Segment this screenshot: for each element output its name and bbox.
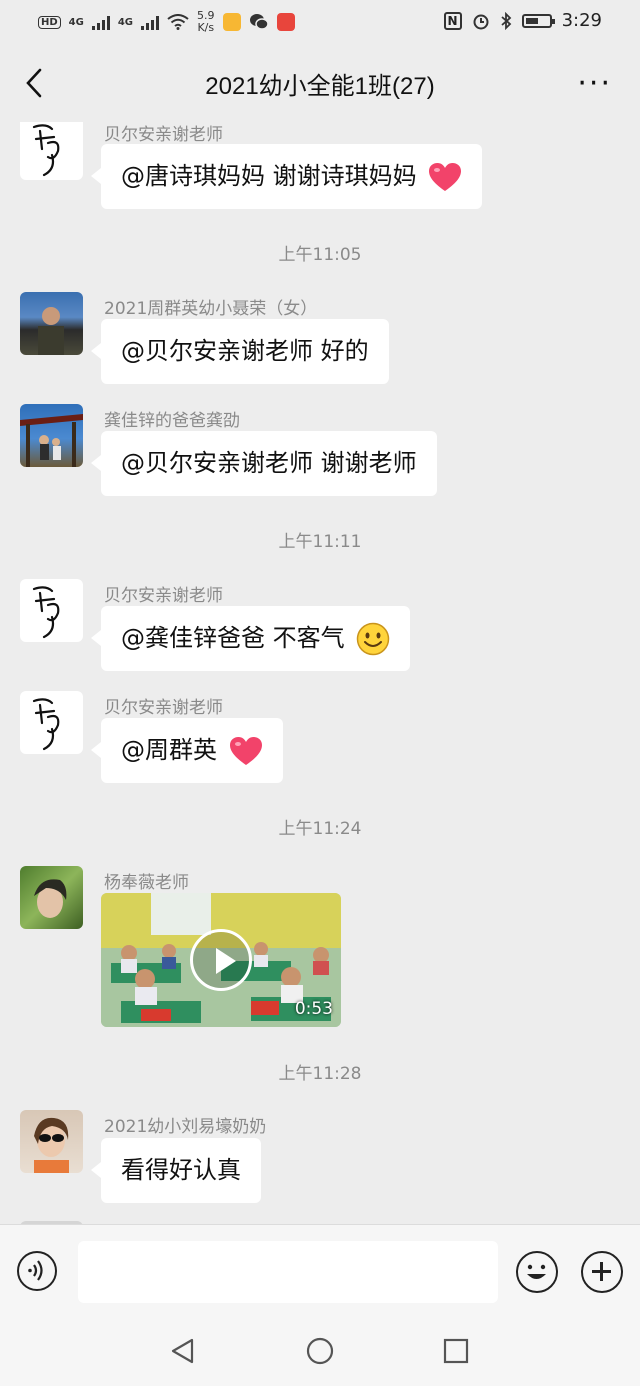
signal-icon-2 — [141, 14, 160, 30]
chat-header: 2021幼小全能1班(27) ··· — [0, 44, 640, 122]
wifi-icon — [167, 14, 189, 30]
message-bubble[interactable]: @唐诗琪妈妈 谢谢诗琪妈妈 — [90, 144, 483, 209]
system-nav-bar — [0, 1318, 640, 1386]
network-4g-label: 4G — [68, 16, 84, 28]
avatar-teacher-calligraphy[interactable] — [20, 579, 83, 642]
network-4g-label-2: 4G — [117, 16, 134, 28]
hd-indicator: HD — [38, 15, 61, 29]
message-text: 看得好认真 — [121, 1156, 241, 1184]
message-input[interactable] — [78, 1241, 498, 1303]
sender-name: 贝尔安亲谢老师 — [104, 125, 223, 145]
heart-icon — [429, 163, 462, 191]
message-bubble[interactable]: @龚佳锌爸爸 不客气 — [90, 606, 411, 671]
timestamp: 上午11:28 — [278, 1064, 362, 1084]
alarm-icon — [473, 14, 489, 29]
message-list[interactable]: 贝尔安亲谢老师 @唐诗琪妈妈 谢谢诗琪妈妈 上午11:05 2021周群英幼小聂… — [0, 122, 640, 1224]
message-text: @贝尔安亲谢老师 谢谢老师 — [121, 449, 417, 477]
message-bubble[interactable]: @周群英 — [91, 718, 283, 783]
sender-name: 2021周群英幼小聂荣（女） — [104, 299, 318, 319]
bluetooth-icon — [500, 11, 511, 30]
play-icon[interactable] — [190, 929, 252, 991]
sender-name: 龚佳锌的爸爸龚劭 — [104, 411, 240, 431]
avatar-photo-sunglasses[interactable] — [20, 1110, 83, 1173]
voice-icon[interactable] — [17, 1251, 57, 1291]
network-speed: 5.9 K/s — [197, 9, 215, 34]
sender-name: 贝尔安亲谢老师 — [104, 586, 223, 606]
more-dots-icon[interactable]: ··· — [577, 69, 612, 99]
sender-name: 杨奉薇老师 — [104, 873, 189, 893]
sender-name: 贝尔安亲谢老师 — [104, 698, 223, 718]
avatar-photo-girl[interactable] — [20, 866, 83, 929]
signal-icon — [91, 14, 110, 30]
clock: 3:29 — [561, 10, 602, 31]
timestamp: 上午11:05 — [278, 245, 362, 265]
wechat-icon — [249, 14, 269, 30]
heart-icon — [229, 737, 262, 765]
circle-home-icon[interactable] — [305, 1336, 335, 1366]
plus-icon[interactable] — [581, 1251, 623, 1293]
triangle-back-icon[interactable] — [168, 1336, 198, 1366]
smile-emoji-icon — [357, 622, 390, 656]
chat-title: 2021幼小全能1班(27) — [205, 73, 435, 100]
battery-icon — [521, 13, 555, 28]
video-duration: 0:53 — [294, 999, 333, 1019]
video-message[interactable]: 0:53 — [101, 893, 341, 1027]
emoji-icon[interactable] — [516, 1251, 558, 1293]
timestamp: 上午11:24 — [278, 819, 362, 839]
timestamp: 上午11:11 — [278, 532, 362, 552]
message-bubble[interactable]: @贝尔安亲谢老师 谢谢老师 — [91, 431, 437, 496]
message-text: @周群英 — [121, 736, 225, 764]
status-bar: HD 4G 4G 5.9 K/s N 3:29 — [0, 0, 640, 44]
avatar-teacher-calligraphy[interactable] — [20, 122, 83, 180]
avatar-photo-woman[interactable] — [20, 292, 83, 355]
square-recent-icon[interactable] — [441, 1336, 471, 1366]
nfc-icon: N — [443, 11, 462, 30]
notification-app-icon — [222, 13, 241, 31]
avatar-teacher-calligraphy[interactable] — [20, 691, 83, 754]
sender-name: 2021幼小刘易壕奶奶 — [104, 1117, 267, 1137]
message-bubble[interactable]: @贝尔安亲谢老师 好的 — [91, 319, 389, 384]
message-text: @龚佳锌爸爸 不客气 — [121, 624, 345, 652]
avatar-photo-pavilion[interactable] — [20, 404, 83, 467]
shopping-app-icon — [276, 13, 295, 31]
message-text: @贝尔安亲谢老师 好的 — [121, 337, 369, 365]
message-text: @唐诗琪妈妈 谢谢诗琪妈妈 — [121, 162, 417, 190]
input-bar — [0, 1224, 640, 1319]
message-bubble[interactable]: 看得好认真 — [91, 1138, 261, 1203]
